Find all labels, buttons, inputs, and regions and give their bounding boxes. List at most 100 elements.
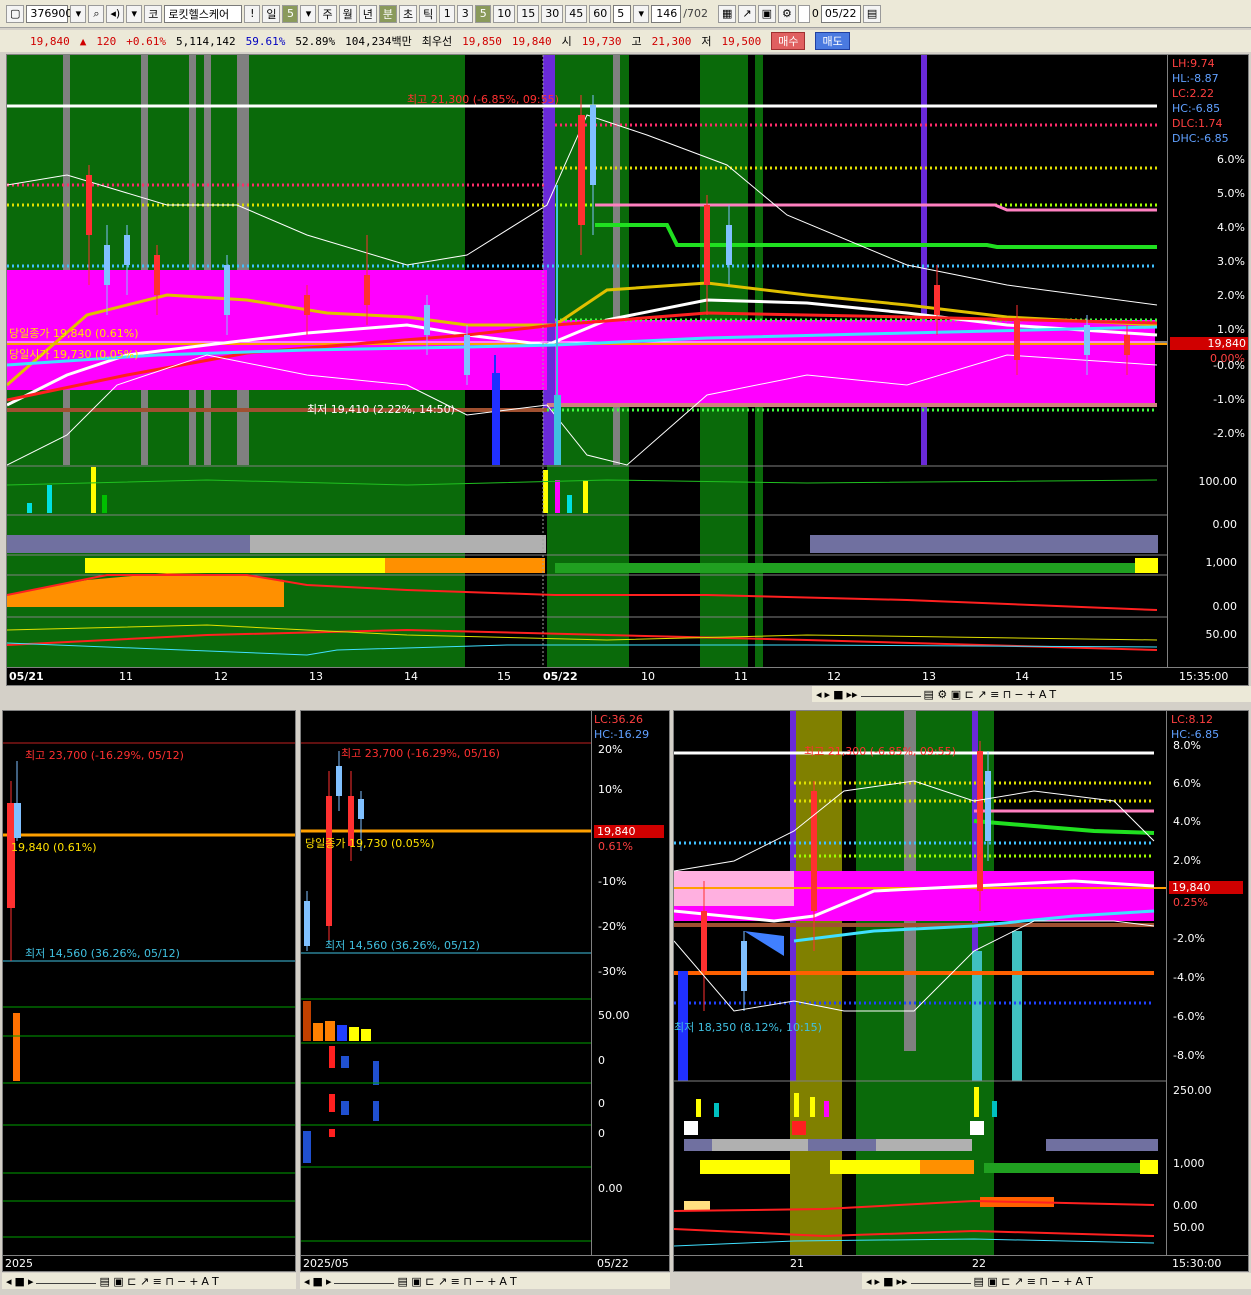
scroll-left-icon[interactable]: ◂ (816, 688, 822, 701)
period-minute-button[interactable]: 분 (378, 4, 397, 23)
stock-code-input[interactable]: 376900 (26, 4, 72, 23)
stop-icon[interactable]: ■ (313, 1275, 323, 1288)
gray-bar (189, 55, 196, 465)
right-toolbar: ◂ ▸ ■ ▸▸ ▤ ▣ ⊏ ↗ ≡ ⊓ − + A T (862, 1273, 1251, 1289)
x-label: 13 (922, 670, 936, 683)
interval-30-button[interactable]: 30 (541, 4, 564, 23)
search-icon[interactable]: ⌕ (88, 4, 105, 23)
text-button[interactable]: T (1049, 688, 1056, 701)
right-chart[interactable]: 최고 21,300 (-6.85%, 09:55) 최저 18,350 (8.1… (673, 710, 1249, 1272)
text-button[interactable]: T (1086, 1275, 1093, 1288)
market-prefix[interactable]: 코 (144, 4, 163, 23)
sub-scale: 1,000 (1205, 556, 1238, 569)
speaker-icon[interactable]: ◂) (106, 4, 125, 23)
interval-45-button[interactable]: 45 (565, 4, 588, 23)
open-label: 시 (561, 35, 572, 48)
gear-icon[interactable]: ⚙ (777, 4, 796, 23)
period-tick-button[interactable]: 틱 (419, 4, 438, 23)
zoom-out-button[interactable]: − (1051, 1275, 1060, 1288)
right-canvas[interactable]: 최고 21,300 (-6.85%, 09:55) 최저 18,350 (8.1… (674, 711, 1166, 1255)
legend-item: DLC:1.74 (1172, 117, 1223, 130)
calendar-icon[interactable]: ▤ (862, 4, 882, 23)
stock-name-field[interactable]: 로킷헬스케어 (164, 4, 243, 23)
left-chart-1[interactable]: 최고 23,700 (-16.29%, 05/12) 19,840 (0.61%… (2, 710, 296, 1272)
main-x-axis: 05/21 11 12 13 14 15 05/22 10 11 12 13 1… (7, 667, 1248, 685)
band-green (555, 563, 1135, 573)
zoom-in-button[interactable]: + (1027, 688, 1036, 701)
font-button[interactable]: A (499, 1275, 507, 1288)
interval-10-button[interactable]: 10 (493, 4, 516, 23)
chevron-down-icon[interactable]: ▾ (126, 4, 143, 23)
zoom-out-button[interactable]: − (475, 1275, 484, 1288)
stop-icon[interactable]: ■ (883, 1275, 893, 1288)
text-button[interactable]: T (510, 1275, 517, 1288)
left-chart-2[interactable]: 최고 23,700 (-16.29%, 05/16) 당일종가 19,730 (… (300, 710, 670, 1272)
left2-canvas[interactable]: 최고 23,700 (-16.29%, 05/16) 당일종가 19,730 (… (301, 711, 591, 1255)
tool-icons[interactable]: ▤ ⚙ ▣ ⊏ ↗ ≡ ⊓ (924, 688, 1012, 701)
window-icon[interactable]: ▢ (6, 4, 25, 23)
zoom-out-button[interactable]: − (177, 1275, 186, 1288)
scroll-right-icon[interactable]: ▸ (28, 1275, 34, 1288)
stop-icon[interactable]: ■ (833, 688, 843, 701)
tool-icons[interactable]: ▤ ▣ ⊏ ↗ ≡ ⊓ (974, 1275, 1049, 1288)
grid-icon[interactable]: ▦ (717, 4, 737, 23)
period-num[interactable]: 5 (282, 4, 299, 23)
font-button[interactable]: A (1039, 688, 1047, 701)
scroll-right-icon[interactable]: ▸ (875, 1275, 881, 1288)
draw-icon[interactable]: ↗ (738, 4, 756, 23)
period-day-button[interactable]: 일 (262, 4, 281, 23)
scroll-right-icon[interactable]: ▸ (326, 1275, 332, 1288)
interval-3-button[interactable]: 3 (457, 4, 474, 23)
main-chart-panel[interactable]: 최고 21,300 (-6.85%, 09:55) 최저 19,410 (2.2… (6, 54, 1249, 686)
band-yellow (1135, 558, 1158, 573)
band-gray (250, 535, 546, 553)
scroll-left-icon[interactable]: ◂ (866, 1275, 872, 1288)
left1-canvas[interactable]: 최고 23,700 (-16.29%, 05/12) 19,840 (0.61%… (3, 711, 295, 1255)
stop-icon[interactable]: ■ (15, 1275, 25, 1288)
interval-5-button[interactable]: 5 (475, 4, 492, 23)
zoom-in-button[interactable]: + (1063, 1275, 1072, 1288)
date-checkbox[interactable] (797, 4, 810, 23)
period-month-button[interactable]: 월 (338, 4, 357, 23)
text-button[interactable]: T (212, 1275, 219, 1288)
zoom-slider[interactable] (36, 1279, 97, 1284)
interval-60-button[interactable]: 60 (589, 4, 612, 23)
zoom-in-button[interactable]: + (487, 1275, 496, 1288)
fast-forward-icon[interactable]: ▸▸ (846, 688, 857, 701)
zoom-in-button[interactable]: + (189, 1275, 198, 1288)
save-icon[interactable]: ▣ (757, 4, 776, 23)
scroll-left-icon[interactable]: ◂ (304, 1275, 310, 1288)
zoom-slider[interactable] (860, 692, 921, 697)
date-input[interactable]: 05/22 (820, 4, 861, 23)
chevron-down-icon[interactable]: ▾ (633, 4, 650, 23)
period-year-button[interactable]: 년 (358, 4, 377, 23)
zoom-slider[interactable] (334, 1279, 395, 1284)
main-chart-canvas[interactable]: 최고 21,300 (-6.85%, 09:55) 최저 19,410 (2.2… (7, 55, 1167, 667)
legend-item: LC:2.22 (1172, 87, 1215, 100)
tool-icons[interactable]: ▤ ▣ ⊏ ↗ ≡ ⊓ (397, 1275, 472, 1288)
interval-1-button[interactable]: 1 (439, 4, 456, 23)
sell-button[interactable]: 매도 (815, 32, 850, 50)
period-week-button[interactable]: 주 (318, 4, 337, 23)
interval-select[interactable]: 5 (613, 4, 632, 23)
font-button[interactable]: A (1075, 1275, 1083, 1288)
scroll-right-icon[interactable]: ▸ (825, 688, 831, 701)
font-button[interactable]: A (201, 1275, 209, 1288)
price-box: 19,840 (1170, 337, 1248, 350)
sub-scale: 0 (598, 1054, 605, 1067)
price-box: 19,840 (1169, 881, 1243, 894)
period-second-button[interactable]: 초 (398, 4, 418, 23)
y-tick: 3.0% (1217, 255, 1245, 268)
tool-icons[interactable]: ▤ ▣ ⊏ ↗ ≡ ⊓ (99, 1275, 174, 1288)
zoom-out-button[interactable]: − (1014, 688, 1023, 701)
zoom-slider[interactable] (910, 1279, 971, 1284)
chevron-down-icon[interactable]: ▾ (70, 4, 87, 23)
chevron-down-icon[interactable]: ▾ (300, 4, 317, 23)
left1-high-label: 최고 23,700 (-16.29%, 05/12) (25, 749, 184, 762)
interval-15-button[interactable]: 15 (517, 4, 540, 23)
fast-forward-icon[interactable]: ▸▸ (896, 1275, 907, 1288)
count-input[interactable]: 146 (651, 4, 682, 23)
buy-button[interactable]: 매수 (771, 32, 806, 50)
alert-button[interactable]: ! (244, 4, 261, 23)
scroll-left-icon[interactable]: ◂ (6, 1275, 12, 1288)
